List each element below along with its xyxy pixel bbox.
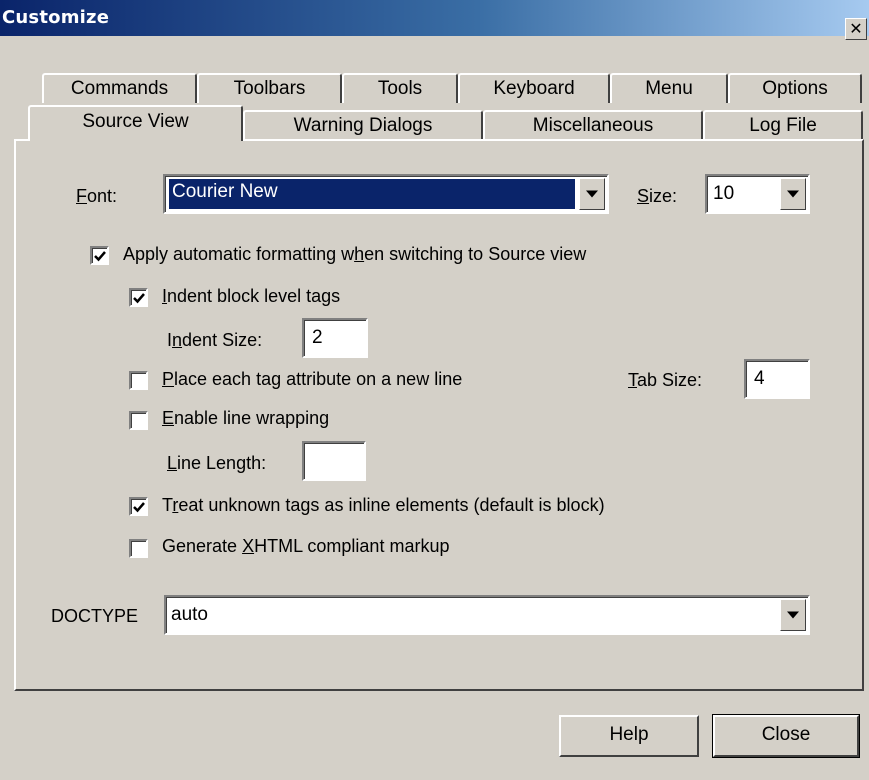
close-window-button[interactable]: ✕: [845, 18, 867, 40]
window-title: Customize: [2, 7, 110, 28]
doctype-label: DOCTYPE: [51, 606, 139, 626]
font-combobox[interactable]: Courier New: [163, 174, 609, 214]
customize-dialog: Customize ✕ Commands Toolbars Tools Keyb…: [0, 0, 869, 780]
doctype-combobox[interactable]: auto: [164, 595, 810, 635]
apply-formatting-label: Apply automatic formatting when switchin…: [123, 244, 587, 264]
doctype-value: auto: [171, 604, 208, 625]
checkmark-icon: [133, 293, 145, 304]
tab-options[interactable]: Options: [728, 73, 862, 103]
font-selected-value: Courier New: [168, 178, 576, 210]
treat-unknown-checkbox[interactable]: [129, 497, 148, 516]
tab-source-view[interactable]: Source View: [28, 105, 243, 141]
apply-formatting-checkbox[interactable]: [90, 246, 109, 265]
title-bar[interactable]: Customize: [0, 0, 869, 36]
line-length-input[interactable]: [302, 441, 366, 481]
tab-size-label: Tab Size:: [628, 370, 703, 390]
tab-size-value: 4: [754, 368, 765, 389]
size-combobox[interactable]: 10: [705, 174, 810, 214]
indent-size-value: 2: [312, 327, 323, 348]
size-value: 10: [713, 183, 735, 204]
close-button[interactable]: Close: [712, 714, 860, 758]
tab-warning-dialogs[interactable]: Warning Dialogs: [243, 110, 483, 140]
font-dropdown-button[interactable]: [579, 178, 605, 210]
place-attribute-checkbox[interactable]: [129, 371, 148, 390]
tab-toolbars[interactable]: Toolbars: [197, 73, 342, 103]
close-icon: ✕: [849, 19, 863, 38]
tab-tools[interactable]: Tools: [342, 73, 458, 103]
line-wrapping-checkbox[interactable]: [129, 411, 148, 430]
chevron-down-icon: [787, 611, 799, 619]
tab-miscellaneous[interactable]: Miscellaneous: [483, 110, 703, 140]
tab-menu[interactable]: Menu: [610, 73, 728, 103]
size-label: Size:: [637, 186, 678, 206]
checkmark-icon: [94, 251, 106, 262]
tab-size-input[interactable]: 4: [744, 359, 810, 399]
treat-unknown-label: Treat unknown tags as inline elements (d…: [162, 495, 605, 515]
indent-block-checkbox[interactable]: [129, 288, 148, 307]
indent-block-label: Indent block level tags: [162, 286, 341, 306]
font-label: Font:: [76, 186, 118, 206]
tab-keyboard[interactable]: Keyboard: [458, 73, 610, 103]
checkmark-icon: [133, 502, 145, 513]
xhtml-checkbox[interactable]: [129, 539, 148, 558]
chevron-down-icon: [787, 190, 799, 198]
indent-size-input[interactable]: 2: [302, 318, 368, 358]
tab-log-file[interactable]: Log File: [703, 110, 863, 140]
indent-size-label: Indent Size:: [167, 330, 263, 350]
size-dropdown-button[interactable]: [780, 178, 806, 210]
tab-commands[interactable]: Commands: [42, 73, 197, 103]
help-button[interactable]: Help: [559, 715, 699, 757]
line-length-label: Line Length:: [167, 453, 267, 473]
doctype-dropdown-button[interactable]: [780, 599, 806, 631]
chevron-down-icon: [586, 190, 598, 198]
xhtml-label: Generate XHTML compliant markup: [162, 536, 450, 556]
place-attribute-label: Place each tag attribute on a new line: [162, 369, 463, 389]
line-wrapping-label: Enable line wrapping: [162, 408, 330, 428]
